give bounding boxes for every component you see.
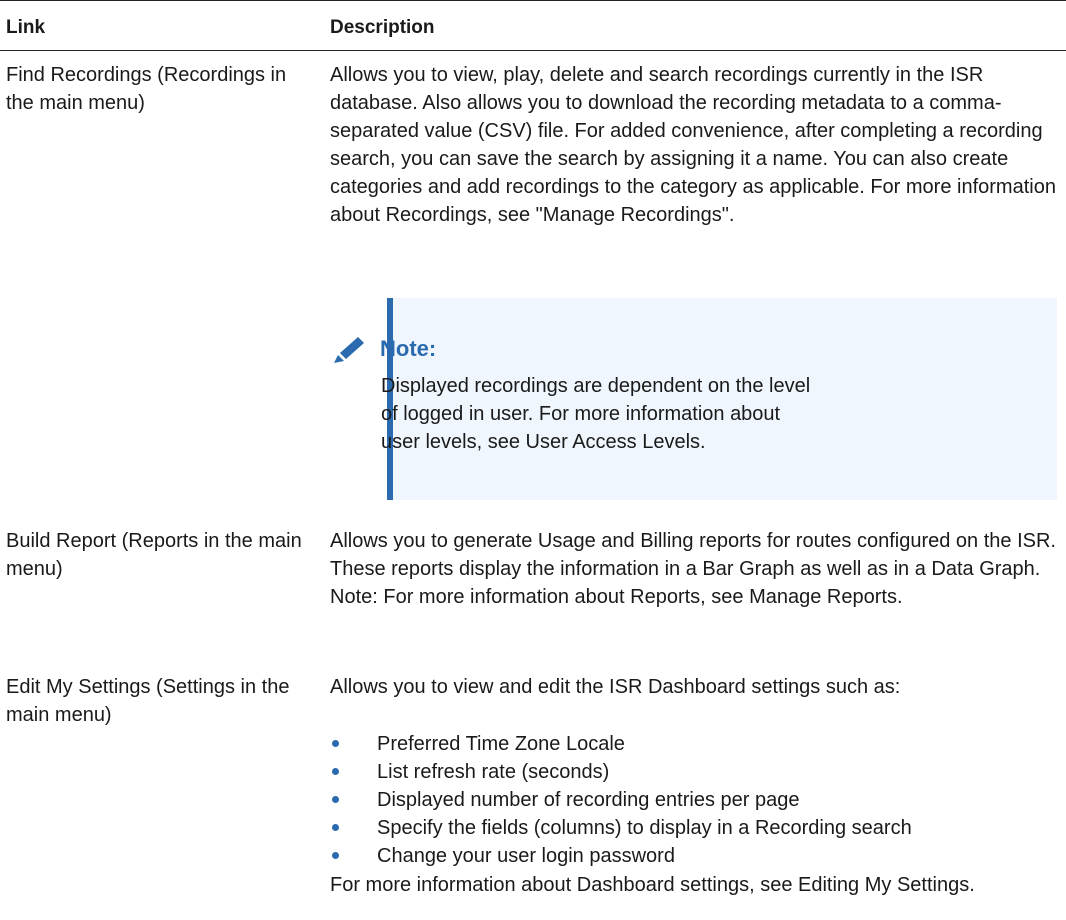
row-build-report-note: Note: For more information about Reports…: [330, 586, 903, 608]
note-title: Note:: [380, 336, 437, 361]
list-item: Change your user login password: [330, 842, 1060, 870]
header-rule: [0, 50, 1066, 51]
pencil-icon: [334, 337, 364, 363]
settings-bullet-list: Preferred Time Zone Locale List refresh …: [330, 730, 1060, 870]
bullet-dot-icon: [332, 824, 339, 831]
row-edit-settings-footer: For more information about Dashboard set…: [330, 874, 975, 896]
row-build-report-description-cell: Allows you to generate Usage and Billing…: [330, 527, 1060, 611]
list-item: List refresh rate (seconds): [330, 758, 1060, 786]
header-description: Description: [330, 17, 435, 38]
header-link: Link: [6, 17, 46, 38]
row-find-recordings-description: Allows you to view, play, delete and sea…: [330, 64, 1056, 226]
row-edit-settings-link: Edit My Settings (Settings in the main m…: [6, 676, 290, 726]
list-item: Displayed number of recording entries pe…: [330, 786, 1060, 814]
list-item: Preferred Time Zone Locale: [330, 730, 1060, 758]
row-build-report-link: Build Report (Reports in the main menu): [6, 530, 302, 580]
bullet-dot-icon: [332, 852, 339, 859]
bullet-dot-icon: [332, 740, 339, 747]
row-build-report-description: Allows you to generate Usage and Billing…: [330, 530, 1056, 580]
row-edit-settings-description: Allows you to view and edit the ISR Dash…: [330, 676, 901, 698]
bullet-dot-icon: [332, 796, 339, 803]
row-find-recordings-link: Find Recordings (Recordings in the main …: [6, 64, 287, 114]
note-text: Displayed recordings are dependent on th…: [381, 375, 811, 453]
list-item: Specify the fields (columns) to display …: [330, 814, 1060, 842]
table-top-rule: [0, 0, 1066, 1]
bullet-dot-icon: [332, 768, 339, 775]
